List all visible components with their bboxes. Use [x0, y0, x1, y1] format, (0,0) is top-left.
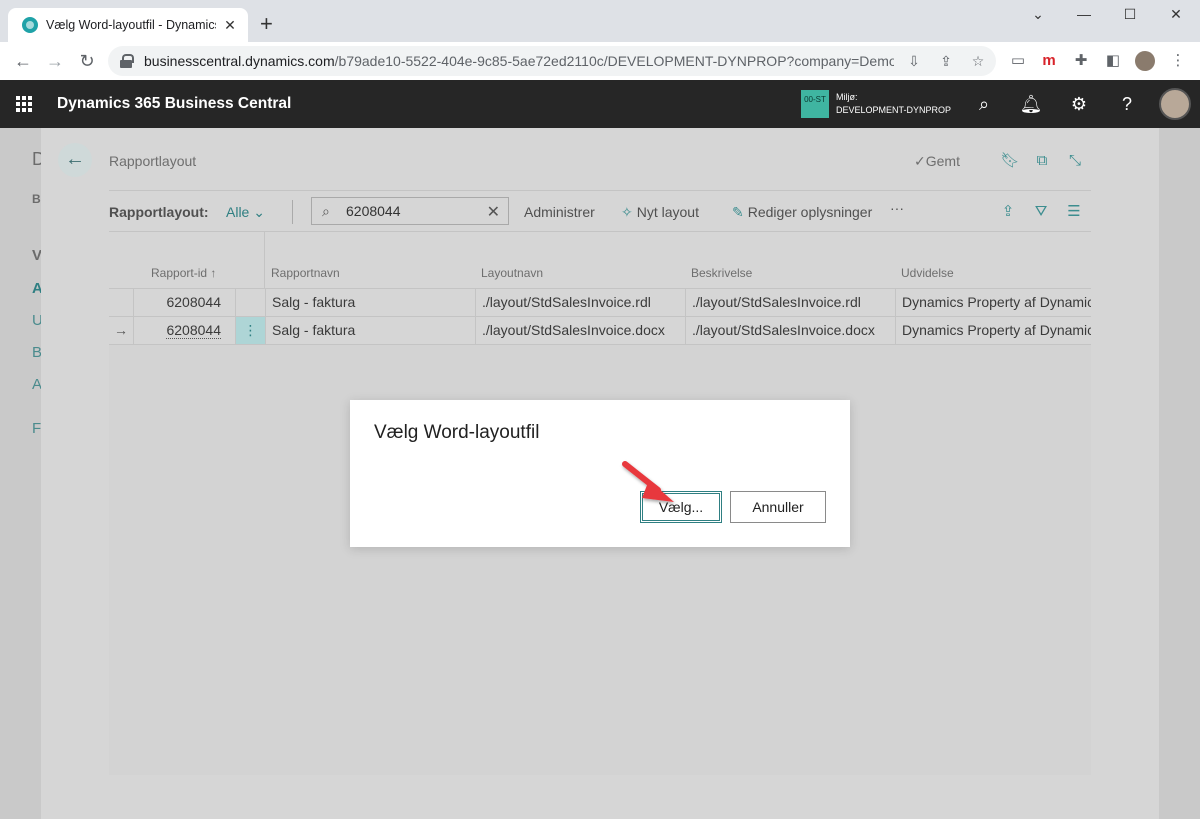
- bookmark-star-icon[interactable]: ☆: [968, 51, 988, 71]
- background-right-strip: [1160, 128, 1200, 819]
- manage-action[interactable]: Administrer: [524, 204, 595, 220]
- report-id-cell[interactable]: 6208044: [133, 317, 235, 344]
- bookmark-icon[interactable]: 🔖︎: [1000, 151, 1020, 171]
- search-input[interactable]: [346, 203, 476, 219]
- lock-icon: [120, 54, 134, 68]
- edit-info-action[interactable]: ✎ Rediger oplysninger: [732, 204, 872, 221]
- app-launcher-icon[interactable]: [16, 96, 32, 112]
- maximize-icon[interactable]: ☐: [1118, 6, 1142, 26]
- notifications-bell-icon[interactable]: 🔔︎: [1019, 92, 1043, 116]
- back-arrow-icon[interactable]: ←: [12, 50, 34, 72]
- column-header-description[interactable]: Beskrivelse: [691, 266, 752, 280]
- side-panel-icon[interactable]: ◧: [1103, 51, 1123, 71]
- url-domain: businesscentral.dynamics.com: [144, 53, 335, 69]
- saved-label: Gemt: [925, 153, 960, 169]
- row-menu-button[interactable]: ⋮: [235, 317, 265, 344]
- dynamics-favicon-icon: [22, 17, 38, 33]
- new-tab-button[interactable]: +: [260, 13, 273, 35]
- row-marker: [109, 289, 133, 316]
- background-left-strip: [0, 128, 40, 819]
- app-name: Dynamics 365 Business Central: [57, 95, 292, 112]
- row-menu-cell: [235, 289, 265, 316]
- annotation-arrow-icon: [622, 461, 674, 502]
- pencil-icon: ✎: [732, 204, 744, 220]
- environment-badge[interactable]: 00-ST: [801, 90, 829, 118]
- browser-toolbar: ← → ↻ businesscentral.dynamics.com/b79ad…: [0, 42, 1200, 80]
- minimize-icon[interactable]: —: [1072, 6, 1096, 26]
- search-icon[interactable]: ⌕: [972, 92, 996, 116]
- chevron-down-icon: ⌄: [253, 204, 265, 220]
- open-new-window-icon[interactable]: ⧉: [1032, 151, 1052, 171]
- extension-reader-icon[interactable]: ▭: [1008, 51, 1028, 71]
- description-cell: ./layout/StdSalesInvoice.docx: [685, 317, 895, 344]
- filter-label: Rapportlayout:: [109, 204, 209, 220]
- cancel-button[interactable]: Annuller: [730, 491, 826, 523]
- address-bar[interactable]: businesscentral.dynamics.com/b79ade10-55…: [108, 46, 996, 76]
- browser-tabstrip: Vælg Word-layoutfil - Dynamics 365 ✕ + ⌄…: [0, 0, 1200, 42]
- new-document-icon: ✧: [621, 204, 633, 220]
- browser-menu-icon[interactable]: ⋮: [1168, 51, 1188, 71]
- saved-status: ✓Gemt: [914, 153, 960, 170]
- extension-m-icon[interactable]: m: [1039, 51, 1059, 71]
- column-divider: [264, 232, 265, 288]
- report-id-cell[interactable]: 6208044: [133, 289, 235, 316]
- new-layout-label: Nyt layout: [636, 204, 699, 220]
- page-title: Rapportlayout: [109, 153, 197, 169]
- list-view-icon[interactable]: ☰: [1064, 202, 1084, 222]
- column-header-extension[interactable]: Udvidelse: [901, 266, 954, 280]
- settings-gear-icon[interactable]: ⚙: [1067, 92, 1091, 116]
- back-button[interactable]: ←: [58, 143, 92, 177]
- filter-dropdown[interactable]: Alle ⌄: [226, 204, 265, 221]
- reload-icon[interactable]: ↻: [76, 50, 98, 72]
- extension-cell: Dynamics Property af Dynamics: [895, 317, 1091, 344]
- report-name-cell: Salg - faktura: [265, 317, 475, 344]
- row-selected-arrow-icon: →: [114, 322, 128, 338]
- table-row[interactable]: 6208044 Salg - faktura ./layout/StdSales…: [109, 288, 1091, 316]
- divider: [292, 200, 293, 224]
- column-header-report-id[interactable]: Rapport-id ↑: [151, 266, 216, 280]
- search-icon: ⌕: [322, 202, 330, 219]
- layout-name-cell: ./layout/StdSalesInvoice.rdl: [475, 289, 685, 316]
- browser-profile-avatar[interactable]: [1135, 51, 1155, 71]
- url-text: businesscentral.dynamics.com/b79ade10-55…: [144, 53, 894, 69]
- divider: [109, 190, 1091, 191]
- more-actions-button[interactable]: ···: [890, 200, 904, 216]
- filter-value: Alle: [226, 204, 250, 220]
- divider: [109, 231, 1091, 232]
- report-id-link[interactable]: 6208044: [166, 322, 221, 339]
- close-tab-icon[interactable]: ✕: [222, 17, 238, 34]
- description-cell: ./layout/StdSalesInvoice.rdl: [685, 289, 895, 316]
- share-icon[interactable]: ⇪: [936, 51, 956, 71]
- column-header-report-name[interactable]: Rapportnavn: [271, 266, 340, 280]
- collapse-icon[interactable]: ⤡: [1065, 151, 1085, 171]
- help-icon[interactable]: ?: [1115, 92, 1139, 116]
- environment-info[interactable]: Miljø: DEVELOPMENT-DYNPROP: [836, 91, 951, 117]
- layout-name-cell: ./layout/StdSalesInvoice.docx: [475, 317, 685, 344]
- extensions-puzzle-icon[interactable]: ✚: [1071, 51, 1091, 71]
- checkmark-icon: ✓: [914, 153, 926, 169]
- report-name-cell: Salg - faktura: [265, 289, 475, 316]
- new-layout-action[interactable]: ✧ Nyt layout: [621, 204, 699, 221]
- environment-label: Miljø:: [836, 92, 858, 102]
- url-path: /b79ade10-5522-404e-9c85-5ae72ed2110c/DE…: [334, 53, 894, 69]
- column-header-layout-name[interactable]: Layoutnavn: [481, 266, 543, 280]
- browser-tab[interactable]: Vælg Word-layoutfil - Dynamics 365 ✕: [8, 8, 248, 42]
- extension-cell: Dynamics Property af Dynamics: [895, 289, 1091, 316]
- dialog-title: Vælg Word-layoutfil: [374, 422, 540, 443]
- environment-name: DEVELOPMENT-DYNPROP: [836, 105, 952, 115]
- close-window-icon[interactable]: ✕: [1164, 6, 1188, 26]
- edit-info-label: Rediger oplysninger: [747, 204, 873, 220]
- bc-header: Dynamics 365 Business Central 00-ST Milj…: [0, 80, 1200, 128]
- tab-search-icon[interactable]: ⌄: [1026, 6, 1050, 26]
- forward-arrow-icon[interactable]: →: [44, 50, 66, 72]
- choose-word-layout-dialog: Vælg Word-layoutfil Vælg... Annuller: [350, 400, 850, 547]
- install-app-icon[interactable]: ⇩: [904, 51, 924, 71]
- tab-title: Vælg Word-layoutfil - Dynamics 365: [46, 18, 216, 32]
- share-icon[interactable]: ⇪: [998, 202, 1018, 222]
- search-field[interactable]: ⌕ ✕: [311, 197, 509, 225]
- clear-search-icon[interactable]: ✕: [487, 202, 500, 222]
- filter-funnel-icon[interactable]: ⛛: [1031, 202, 1051, 222]
- table-row[interactable]: → 6208044 ⋮ Salg - faktura ./layout/StdS…: [109, 316, 1091, 345]
- user-avatar[interactable]: [1159, 88, 1191, 120]
